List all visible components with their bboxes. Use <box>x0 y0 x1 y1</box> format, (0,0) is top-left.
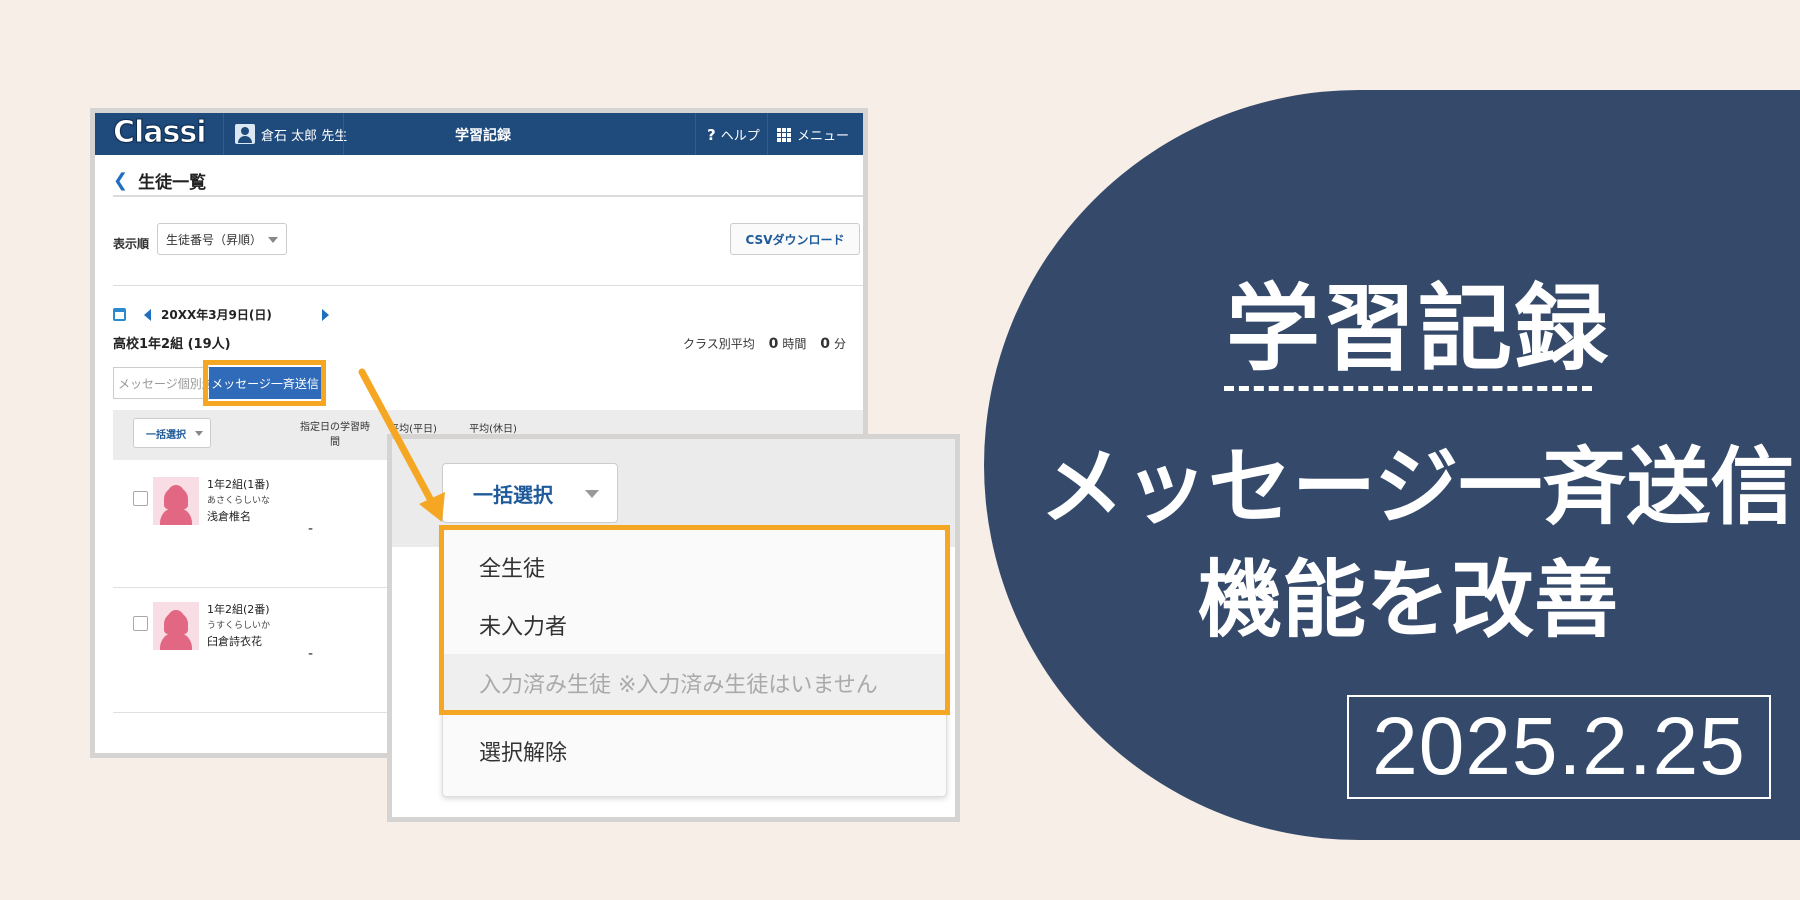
student-info: 1年2組(1番) あさくらしいな 浅倉椎名 <box>207 477 270 525</box>
bulk-select-button[interactable]: 一括選択 <box>442 463 618 523</box>
next-date-icon[interactable] <box>321 308 329 321</box>
chevron-down-icon <box>195 431 203 436</box>
study-time-value: - <box>308 646 314 662</box>
student-kana: あさくらしいな <box>207 496 271 506</box>
study-time-value: - <box>308 521 314 537</box>
column-header: 指定日の学習時間 <box>300 422 370 448</box>
sort-value: 生徒番号（昇順） <box>166 232 263 247</box>
date-navigator: 20XX年3月9日(日) <box>113 306 329 323</box>
question-icon: ? <box>707 125 716 144</box>
header-title: 学習記録 <box>455 128 511 144</box>
page-title: ❮ 生徒一覧 <box>113 165 863 197</box>
class-average-label: クラス別平均 <box>683 337 755 351</box>
row-checkbox[interactable] <box>133 616 148 631</box>
current-date: 20XX年3月9日(日) <box>161 308 272 322</box>
column-header: 平均(平日) <box>389 424 437 435</box>
bulk-select-label: 一括選択 <box>473 482 553 507</box>
student-name[interactable]: 浅倉椎名 <box>207 509 270 525</box>
menu-button[interactable]: メニュー <box>777 125 849 144</box>
student-class-number: 1年2組(1番) <box>207 478 270 491</box>
student-name[interactable]: 臼倉詩衣花 <box>207 634 270 650</box>
header-divider <box>223 113 224 155</box>
student-class-number: 1年2組(2番) <box>207 603 270 616</box>
grid-icon <box>777 127 791 142</box>
chevron-left-icon[interactable]: ❮ <box>113 170 128 191</box>
chevron-down-icon <box>268 237 278 243</box>
sort-select[interactable]: 生徒番号（昇順） <box>157 223 287 255</box>
menu-label: メニュー <box>797 129 850 144</box>
avatar <box>153 602 199 650</box>
page-title-text: 生徒一覧 <box>138 172 207 193</box>
help-link[interactable]: ? ヘルプ <box>707 125 760 145</box>
class-average: クラス別平均 0 時間 0分 <box>683 335 846 352</box>
bulk-select-button[interactable]: 一括選択 <box>133 418 211 448</box>
avatar <box>153 477 199 525</box>
header-divider <box>767 113 768 155</box>
minutes-unit: 分 <box>833 337 846 351</box>
row-checkbox[interactable] <box>133 491 148 506</box>
menu-item-deselect[interactable]: 選択解除 <box>443 722 946 780</box>
divider <box>113 285 863 286</box>
user-menu[interactable]: 倉石 太郎 先生 <box>235 124 347 144</box>
prev-date-icon[interactable] <box>144 308 151 321</box>
dashed-divider <box>1224 386 1592 391</box>
help-label: ヘルプ <box>720 129 760 144</box>
banner-title: 学習記録 <box>1226 275 1611 384</box>
sort-label: 表示順 <box>113 237 150 251</box>
class-average-hours: 0 <box>768 336 779 352</box>
hours-unit: 時間 <box>782 337 807 351</box>
banner-subtitle-line2: 機能を改善 <box>1198 551 1619 649</box>
classi-logo[interactable]: Classi <box>113 115 208 151</box>
column-header: 平均(休日) <box>469 424 517 435</box>
class-average-minutes: 0 <box>820 336 830 352</box>
header-divider <box>343 113 344 155</box>
csv-download-button[interactable]: CSVダウンロード <box>730 223 860 255</box>
user-icon <box>235 124 255 144</box>
app-header: Classi 倉石 太郎 先生 学習記録 ? ヘルプ メニュー <box>95 113 863 155</box>
highlight-frame <box>203 360 326 406</box>
class-name: 高校1年2組 (19人) <box>113 337 231 352</box>
chevron-down-icon <box>585 490 599 498</box>
banner-subtitle-line1: メッセージ一斉送信 <box>1040 438 1795 536</box>
student-kana: うすくらしいか <box>207 621 271 631</box>
student-info: 1年2組(2番) うすくらしいか 臼倉詩衣花 <box>207 602 270 650</box>
bulk-select-label: 一括選択 <box>146 429 186 441</box>
highlight-frame <box>439 525 950 715</box>
calendar-icon[interactable] <box>113 308 126 321</box>
user-name: 倉石 太郎 先生 <box>261 128 348 144</box>
header-divider <box>695 113 696 155</box>
release-date: 2025.2.25 <box>1347 695 1771 799</box>
